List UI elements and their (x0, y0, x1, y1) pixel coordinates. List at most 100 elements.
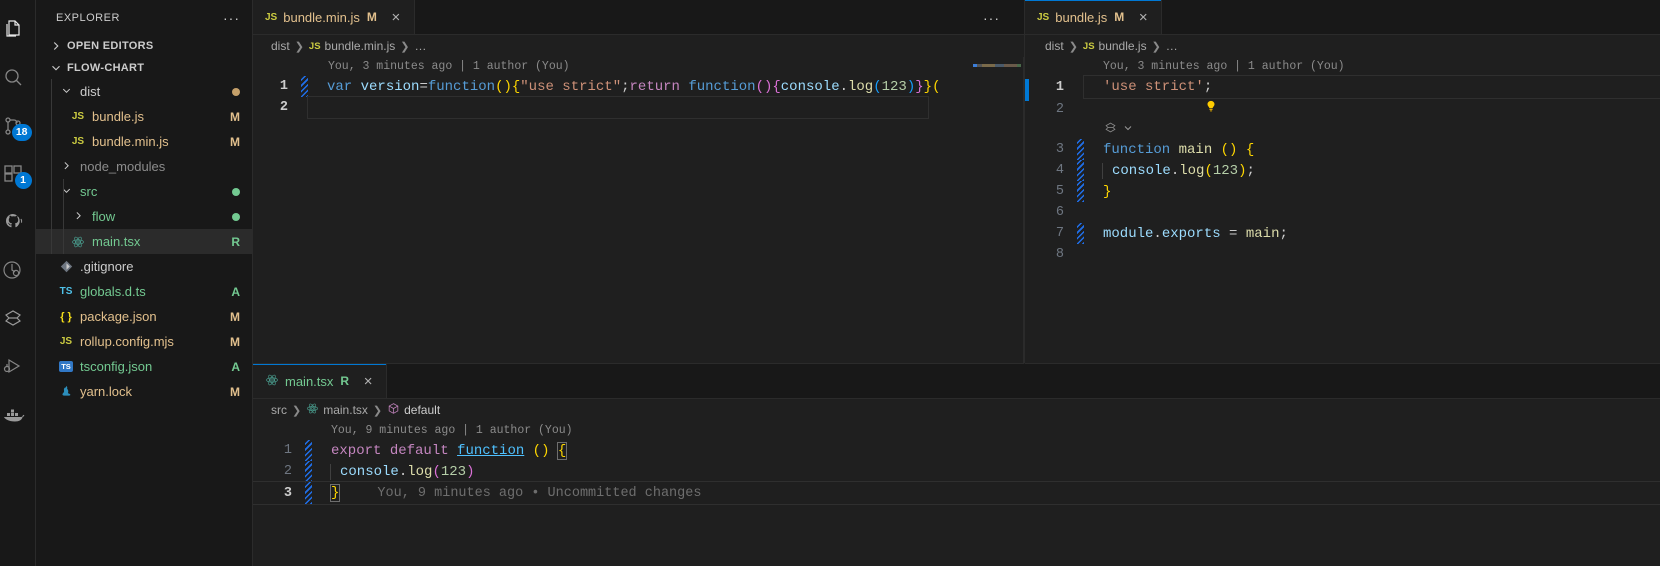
breadcrumb-item-symbol[interactable]: … (1166, 39, 1178, 53)
breadcrumb-item-folder[interactable]: src (271, 403, 287, 417)
activitybar-item-testing[interactable] (0, 246, 31, 294)
editor-pane-bundle-min-js: JS bundle.min.js M × ··· dist ❯ JS bundl… (253, 0, 1024, 363)
js-file-icon: JS (71, 111, 85, 122)
tree-item-bundle-min-js[interactable]: JS bundle.min.js M (36, 129, 252, 154)
code-line[interactable]: 8 (1025, 244, 1660, 265)
tree-item-flow[interactable]: flow (36, 204, 252, 229)
code-line[interactable]: 4 console.log(123); (1025, 160, 1660, 181)
folder-icon[interactable] (56, 160, 76, 173)
chevron-right-icon: ❯ (1151, 40, 1161, 53)
tree-item-label: flow (92, 209, 116, 224)
breadcrumb-item-symbol[interactable]: … (414, 39, 426, 53)
code-editor-bundle-js[interactable]: You, 3 minutes ago | 1 author (You) 1 'u… (1025, 57, 1660, 363)
search-icon (1, 66, 25, 90)
code-editor-bundle-min-js[interactable]: You, 3 minutes ago | 1 author (You) 1 va… (253, 57, 1024, 363)
extensions-badge: 1 (14, 172, 32, 189)
tree-item-status-badge: M (230, 309, 240, 324)
editor-actions-more[interactable]: ··· (983, 0, 1012, 35)
line-number: 2 (1055, 101, 1064, 117)
folder-open-icon[interactable] (56, 85, 76, 98)
code-line[interactable]: 1 export default function () { (253, 440, 1660, 461)
code-text: console.log(123); (1084, 162, 1255, 179)
tree-item-status-badge: M (230, 109, 240, 124)
tree-item-bundle-js[interactable]: JS bundle.js M (36, 104, 252, 129)
tab-label: bundle.min.js (283, 9, 360, 25)
code-text: } (329, 484, 341, 502)
yarn-icon (56, 385, 76, 398)
tab-bundle-min-js[interactable]: JS bundle.min.js M × (253, 0, 415, 34)
activitybar-item-docker[interactable] (0, 390, 31, 438)
breadcrumb-bundle-js: dist ❯ JS bundle.js ❯ … (1025, 35, 1660, 57)
activitybar-item-run-and-debug[interactable] (0, 342, 31, 390)
tree-item-status-badge: R (231, 234, 240, 249)
folder-icon[interactable] (68, 210, 88, 223)
jest-run-icon[interactable] (1103, 120, 1118, 139)
gutter-change-marker (1077, 160, 1084, 181)
activitybar-item-explorer[interactable] (0, 6, 31, 54)
gutter-change-marker (1077, 223, 1084, 244)
code-line[interactable]: 6 (1025, 202, 1660, 223)
breadcrumb-item-file[interactable]: main.tsx (323, 403, 368, 417)
minimap-bundle-min-js[interactable] (970, 57, 1024, 363)
chevron-down-icon[interactable] (1122, 122, 1134, 138)
code-line[interactable]: 2 (253, 96, 1024, 119)
activitybar-item-jest[interactable] (0, 294, 31, 342)
tree-item-dist[interactable]: dist (36, 79, 252, 104)
line-number: 7 (1055, 226, 1064, 241)
chevron-right-icon: ❯ (372, 404, 383, 417)
react-icon (306, 402, 319, 418)
breadcrumb-main-tsx: src ❯ main.tsx ❯ default (253, 399, 1660, 421)
line-number: 3 (1055, 142, 1064, 157)
code-line[interactable]: 2 console.log(123) (253, 461, 1660, 482)
activitybar-item-source-control[interactable]: 18 (0, 102, 32, 150)
code-line[interactable]: 7 module.exports = main; (1025, 223, 1660, 244)
tab-close-icon[interactable]: × (1135, 9, 1151, 26)
activitybar-item-github[interactable] (0, 198, 31, 246)
tree-item-rollup-config-mjs[interactable]: JS rollup.config.mjs M (36, 329, 252, 354)
code-editor-main-tsx[interactable]: You, 9 minutes ago | 1 author (You) 1 ex… (253, 421, 1660, 566)
files-icon (1, 18, 25, 42)
tab-main-tsx[interactable]: main.tsx R × (253, 364, 388, 398)
react-icon (68, 235, 88, 249)
tree-item--gitignore[interactable]: .gitignore (36, 254, 252, 279)
chevron-right-icon: ❯ (292, 404, 302, 417)
breadcrumb-item-folder[interactable]: dist (1045, 39, 1064, 53)
breadcrumb-item-symbol[interactable]: default (404, 403, 440, 417)
breadcrumb-item-folder[interactable]: dist (271, 39, 290, 53)
code-line[interactable]: 5 } (1025, 181, 1660, 202)
sidebar-more-actions-icon[interactable]: ··· (223, 10, 244, 26)
js-file-icon: JS (1082, 40, 1095, 52)
tab-bundle-js[interactable]: JS bundle.js M × (1025, 0, 1163, 34)
line-number: 1 (279, 79, 288, 94)
tree-item-node-modules[interactable]: node_modules (36, 154, 252, 179)
tab-close-icon[interactable]: × (388, 9, 404, 26)
activitybar-item-search[interactable] (0, 54, 31, 102)
sidebar-section-open-editors[interactable]: OPEN EDITORS (36, 35, 252, 57)
git-blame-heading: You, 9 minutes ago | 1 author (You) (331, 424, 573, 437)
code-line[interactable]: 3 function main () { (1025, 139, 1660, 160)
tree-item-src[interactable]: src (36, 179, 252, 204)
tree-item-main-tsx[interactable]: main.tsx R (36, 229, 252, 254)
tree-item-status-badge: M (230, 134, 240, 149)
tree-item-package-json[interactable]: { } package.json M (36, 304, 252, 329)
tab-close-icon[interactable]: × (360, 373, 376, 390)
sidebar-section-flow-chart[interactable]: FLOW-CHART (36, 57, 252, 79)
tree-item-tsconfig-json[interactable]: TS tsconfig.json A (36, 354, 252, 379)
breadcrumb-item-file[interactable]: bundle.js (1099, 39, 1147, 53)
code-line[interactable]: 3 } You, 9 minutes ago • Uncommitted cha… (253, 481, 1660, 505)
react-icon (265, 373, 279, 390)
folder-open-icon[interactable] (56, 185, 76, 198)
breadcrumb-item-file[interactable]: bundle.min.js (325, 39, 396, 53)
code-line[interactable]: 1 var version=function(){"use strict";re… (253, 76, 1024, 97)
tree-item-yarn-lock[interactable]: yarn.lock M (36, 379, 252, 404)
code-line[interactable]: 2 (1025, 98, 1660, 120)
github-cat-icon (1, 210, 25, 234)
sidebar-section-label: FLOW-CHART (67, 62, 145, 74)
editor-area: JS bundle.min.js M × ··· dist ❯ JS bundl… (253, 0, 1660, 566)
tsconfig-icon: TS (59, 361, 73, 372)
source-control-badge: 18 (11, 124, 32, 141)
activitybar-item-extensions[interactable]: 1 (0, 150, 32, 198)
tree-item-globals-d-ts[interactable]: TS globals.d.ts A (36, 279, 252, 304)
git-blame-heading: You, 3 minutes ago | 1 author (You) (328, 60, 570, 73)
tree-item-label: .gitignore (80, 259, 134, 274)
